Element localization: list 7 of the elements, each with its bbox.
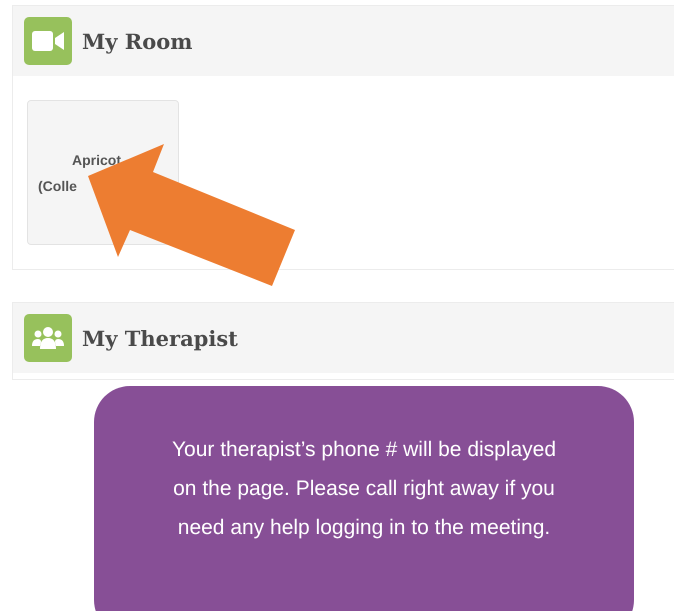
room-name: (Colle — [38, 176, 77, 196]
video-camera-icon — [32, 31, 64, 51]
callout-text: Your therapist’s phone # will be displayed on the page. Please call right away if you need any help logging in to the meeting. — [170, 437, 558, 541]
section-title: My Room — [82, 28, 192, 54]
room-name: Apricot — [72, 150, 121, 170]
people-icon — [31, 326, 65, 350]
section-title: My Therapist — [82, 326, 238, 350]
